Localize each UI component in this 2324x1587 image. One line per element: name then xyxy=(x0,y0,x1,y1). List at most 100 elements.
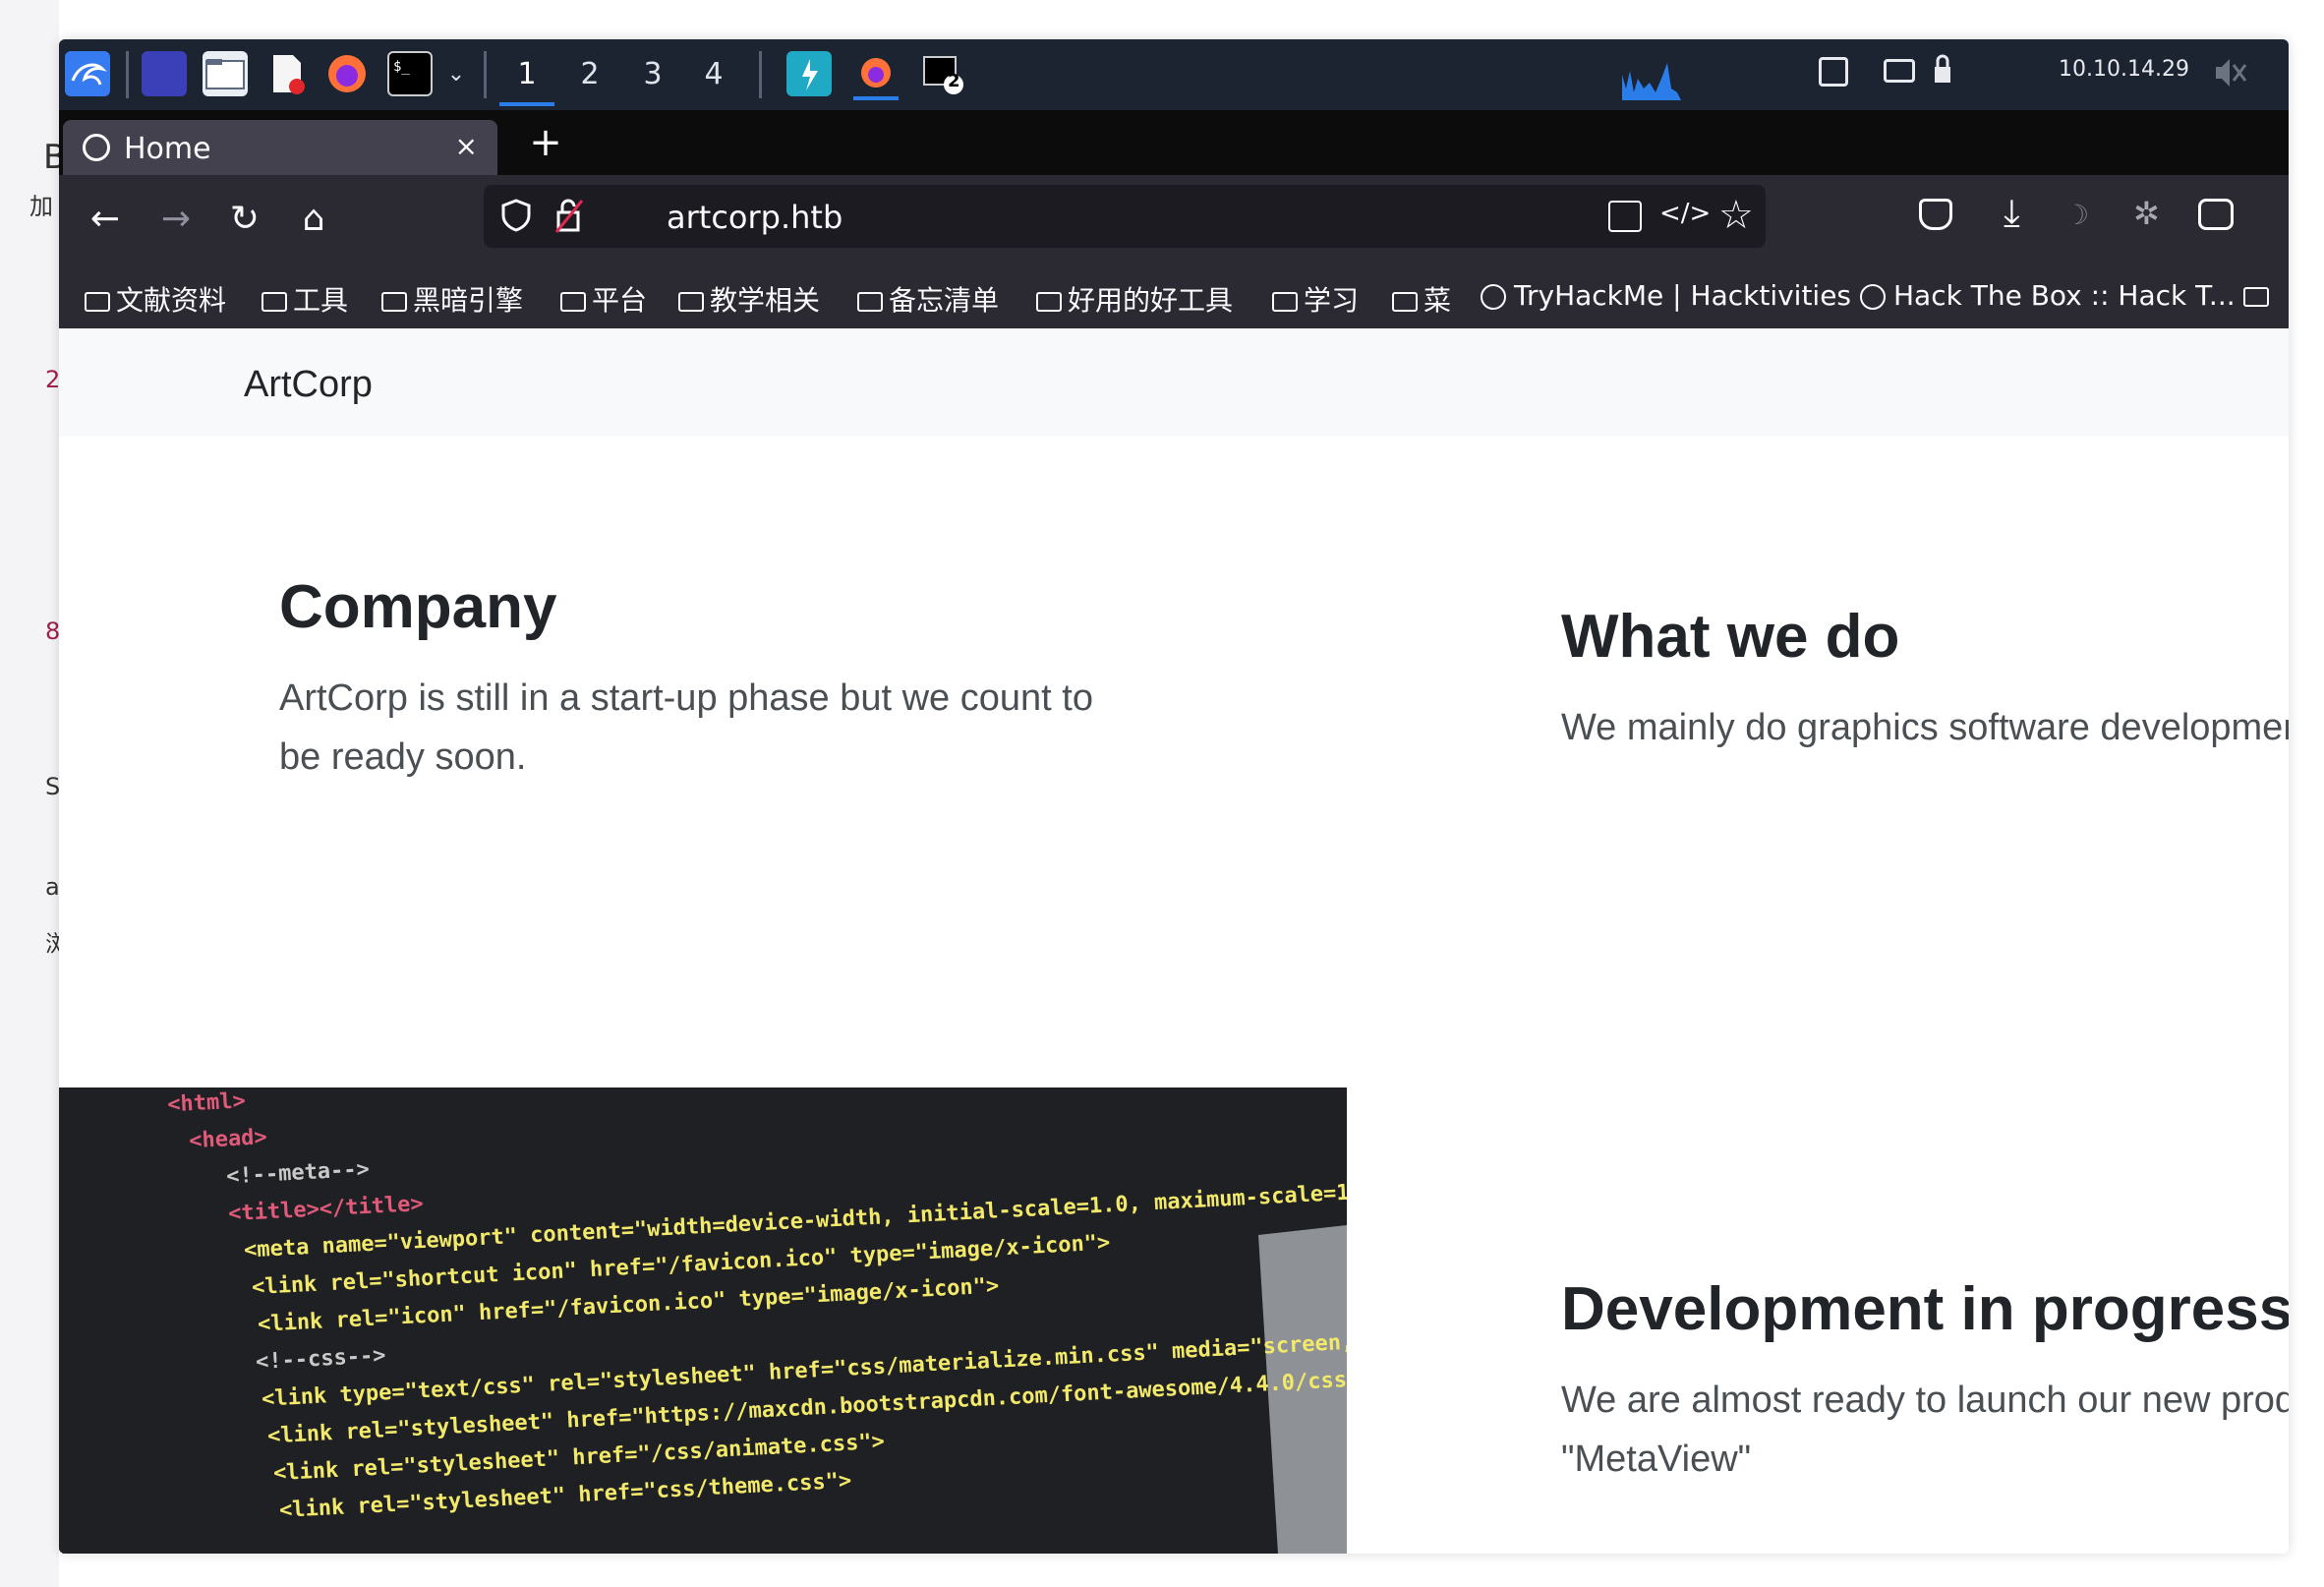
terminal-icon[interactable]: $_ xyxy=(387,51,433,96)
bookmark-label: TryHackMe | Hacktivities xyxy=(1514,279,1852,312)
bookmark-folder[interactable]: 备忘清单 xyxy=(857,279,999,319)
folder-icon xyxy=(560,292,586,312)
desktop-icon[interactable] xyxy=(142,51,187,96)
folder-icon xyxy=(1392,292,1418,312)
shield-icon[interactable] xyxy=(501,199,531,232)
bookmark-star-icon[interactable]: ☆ xyxy=(1718,193,1754,238)
file-manager-icon[interactable] xyxy=(203,51,248,96)
what-we-do-heading: What we do xyxy=(1561,603,1900,671)
bookmark-folder[interactable]: 平台 xyxy=(560,279,647,319)
bookmark-folder[interactable] xyxy=(2243,279,2275,312)
bg-fragment: 8 xyxy=(45,617,61,645)
globe-icon xyxy=(83,134,110,161)
tab-title: Home xyxy=(124,132,211,166)
vpn-icon[interactable] xyxy=(1931,53,1954,87)
desktop-screenshot: $_ ⌄ 1 2 3 4 2 10.10.14.29 Home × + ← → … xyxy=(59,39,2289,1554)
bookmark-folder[interactable]: 文献资料 xyxy=(85,279,226,319)
bookmark-folder[interactable]: 教学相关 xyxy=(678,279,820,319)
extension-icon[interactable]: ☽ xyxy=(2064,199,2100,234)
forward-button[interactable]: → xyxy=(151,195,201,244)
tab-home[interactable]: Home × xyxy=(63,120,497,175)
translate-icon[interactable] xyxy=(1608,201,1642,232)
insecure-lock-icon[interactable] xyxy=(554,197,584,234)
terminal-count-badge: 2 xyxy=(948,71,960,91)
home-button[interactable]: ⌂ xyxy=(289,195,338,244)
workspace-1[interactable]: 1 xyxy=(499,47,554,106)
download-icon[interactable]: ⤓ xyxy=(2004,191,2020,235)
chevron-down-icon[interactable]: ⌄ xyxy=(436,47,476,102)
bookmark-folder[interactable]: 黑暗引擎 xyxy=(381,279,523,319)
tab-close-icon[interactable]: × xyxy=(455,130,478,162)
bookmark-label: 菜 xyxy=(1423,284,1452,317)
globe-icon xyxy=(1860,284,1886,310)
back-button[interactable]: ← xyxy=(81,195,130,244)
bookmark-link[interactable]: TryHackMe | Hacktivities xyxy=(1481,279,1851,312)
bookmark-folder[interactable]: 学习 xyxy=(1272,279,1359,319)
web-page: ArtCorp Company ArtCorp is still in a st… xyxy=(59,328,2289,1554)
bookmark-label: 黑暗引擎 xyxy=(413,284,524,317)
bookmark-label: 学习 xyxy=(1304,284,1360,317)
what-we-do-text: We mainly do graphics software developme… xyxy=(1561,707,2289,748)
taskbar: $_ ⌄ 1 2 3 4 2 10.10.14.29 xyxy=(59,39,2289,110)
bookmark-label: 好用的好工具 xyxy=(1068,284,1234,317)
development-heading: Development in progress xyxy=(1561,1275,2289,1343)
folder-icon xyxy=(1272,292,1298,312)
background-window: B 加 2 8 S a 浏 xyxy=(0,0,69,1587)
new-tab-button[interactable]: + xyxy=(521,120,570,165)
company-heading: Company xyxy=(279,573,557,641)
kali-menu-icon[interactable] xyxy=(65,51,110,96)
folder-icon xyxy=(381,292,407,312)
display-icon[interactable] xyxy=(1819,57,1848,87)
burp-app-icon[interactable] xyxy=(786,51,832,96)
company-text-line1: ArtCorp is still in a start-up phase but… xyxy=(279,677,1093,719)
terminal-window-icon[interactable]: 2 xyxy=(920,51,965,96)
bug-icon[interactable]: ✲ xyxy=(2133,195,2160,232)
workspace-4[interactable]: 4 xyxy=(686,47,741,102)
cpu-graph xyxy=(1622,49,1711,100)
browser-tab-strip: Home × + xyxy=(59,110,2289,175)
workspace-2[interactable]: 2 xyxy=(562,47,617,102)
bookmark-folder[interactable]: 菜 xyxy=(1392,279,1451,319)
bookmark-folder[interactable]: 工具 xyxy=(261,279,348,319)
pocket-icon[interactable] xyxy=(1919,199,1952,230)
code-line: <html> xyxy=(167,1088,247,1117)
code-screenshot-image: <html> <head> <!--meta--> <title></title> <m… xyxy=(59,1087,1347,1554)
taskbar-separator xyxy=(759,51,762,98)
bookmark-label: 备忘清单 xyxy=(889,284,1000,317)
folder-icon xyxy=(678,292,704,312)
bookmarks-toolbar: 文献资料 工具 黑暗引擎 平台 教学相关 备忘清单 好用的好工具 学习 菜 Tr… xyxy=(59,264,2289,328)
folder-icon xyxy=(1036,292,1062,312)
firefox-window-icon[interactable] xyxy=(853,51,899,100)
bg-fragment: 2 xyxy=(45,366,61,393)
folder-icon xyxy=(261,292,287,312)
reload-button[interactable]: ↻ xyxy=(220,195,269,244)
folder-icon xyxy=(85,292,110,312)
url-text[interactable]: artcorp.htb xyxy=(667,199,842,236)
container-icon[interactable] xyxy=(2198,199,2234,230)
bookmark-label: Hack The Box :: Hack T... xyxy=(1893,279,2236,312)
company-text-line2: be ready soon. xyxy=(279,736,527,778)
taskbar-separator xyxy=(484,51,487,98)
bg-fragment: a xyxy=(45,873,60,901)
bookmark-label: 平台 xyxy=(592,284,648,317)
bg-fragment: S xyxy=(45,773,61,800)
bookmark-folder[interactable]: 好用的好工具 xyxy=(1036,279,1233,319)
keyboard-icon[interactable] xyxy=(1884,59,1915,83)
vpn-ip-address: 10.10.14.29 xyxy=(2059,57,2189,82)
folder-icon xyxy=(2243,287,2269,307)
development-text: We are almost ready to launch our new pr… xyxy=(1561,1380,2289,1421)
site-brand[interactable]: ArtCorp xyxy=(244,364,373,406)
bookmark-label: 教学相关 xyxy=(710,284,821,317)
workspace-3[interactable]: 3 xyxy=(625,47,680,102)
browser-toolbar: ← → ↻ ⌂ artcorp.htb </> ☆ ⤓ ☽ ✲ xyxy=(59,175,2289,264)
development-text-line2: "MetaView" xyxy=(1561,1439,1752,1480)
address-bar[interactable]: artcorp.htb </> ☆ xyxy=(484,185,1766,248)
svg-text:$_: $_ xyxy=(393,59,410,75)
text-editor-icon[interactable] xyxy=(263,51,309,96)
mute-icon[interactable] xyxy=(2212,55,2247,90)
bookmark-link[interactable]: Hack The Box :: Hack T... xyxy=(1860,279,2236,312)
code-icon[interactable]: </> xyxy=(1659,199,1711,228)
firefox-icon[interactable] xyxy=(324,51,370,96)
globe-icon xyxy=(1481,284,1506,310)
bookmark-label: 文献资料 xyxy=(116,284,227,317)
